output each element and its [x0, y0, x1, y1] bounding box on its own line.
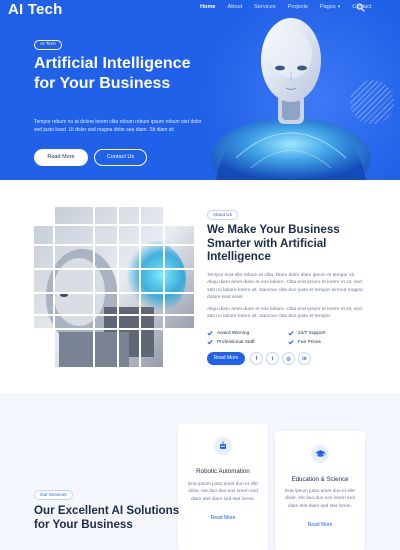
- services-badge: Our Services: [34, 490, 73, 500]
- robot-illustration: [211, 18, 371, 180]
- about-badge: About Us: [207, 210, 238, 220]
- about-paragraph-2: Aliqu diam amet diam et eos labore. Clit…: [207, 307, 362, 320]
- card-title: Robotic Automation: [196, 468, 250, 475]
- check-icon: [288, 339, 294, 345]
- twitter-icon[interactable]: t: [266, 352, 279, 365]
- services-title: Our Excellent AI Solutions for Your Busi…: [34, 504, 180, 531]
- facebook-icon[interactable]: f: [250, 352, 263, 365]
- hero-contact-button[interactable]: Contact Us: [94, 149, 147, 166]
- about-read-more-button[interactable]: Read More: [207, 352, 245, 365]
- robot-icon: [214, 437, 232, 455]
- linkedin-icon[interactable]: in: [298, 352, 311, 365]
- feature-support: 24/7 Support: [288, 330, 325, 336]
- site-logo[interactable]: AI Tech: [8, 1, 62, 18]
- graduation-cap-icon: [311, 445, 329, 463]
- feature-label: 24/7 Support: [298, 330, 326, 336]
- card-title: Education & Science: [291, 476, 349, 483]
- service-card-robotic-automation[interactable]: Robotic Automation Erat ipsum justo amet…: [178, 424, 268, 550]
- feature-award-winning: Award Winning: [207, 330, 249, 336]
- hero-badge: AI Tech: [34, 40, 62, 50]
- about-title: We Make Your Business Smarter with Artif…: [207, 223, 340, 263]
- card-read-more-link[interactable]: Read More: [275, 522, 365, 528]
- card-read-more-link[interactable]: Read More: [178, 515, 268, 521]
- hero-section: AI Tech Home About Services Projects Pag…: [0, 0, 400, 180]
- feature-label: Award Winning: [217, 330, 250, 336]
- hero-text: Tempor rebum no at dolore lorem clita re…: [34, 119, 202, 134]
- about-paragraph-1: Tempor erat elitr rebum at clita. Diam d…: [207, 273, 363, 301]
- hero-title: Artificial Intelligence for Your Busines…: [34, 55, 191, 92]
- check-icon: [207, 339, 213, 345]
- feature-label: Fair Prices: [298, 339, 321, 345]
- service-card-education-science[interactable]: Education & Science Erat ipsum justo ame…: [275, 431, 365, 550]
- card-text: Erat ipsum justo amet duo et elitr dolor…: [284, 489, 356, 509]
- hero-read-more-button[interactable]: Read More: [34, 149, 88, 166]
- feature-fair-prices: Fair Prices: [288, 339, 321, 345]
- feature-professional-staff: Professional Staff: [207, 339, 255, 345]
- feature-label: Professional Staff: [217, 339, 255, 345]
- about-image-mosaic: [34, 207, 194, 367]
- instagram-icon[interactable]: ◎: [282, 352, 295, 365]
- check-icon: [288, 330, 294, 336]
- card-text: Erat ipsum justo amet duo et elitr dolor…: [187, 482, 259, 502]
- check-icon: [207, 330, 213, 336]
